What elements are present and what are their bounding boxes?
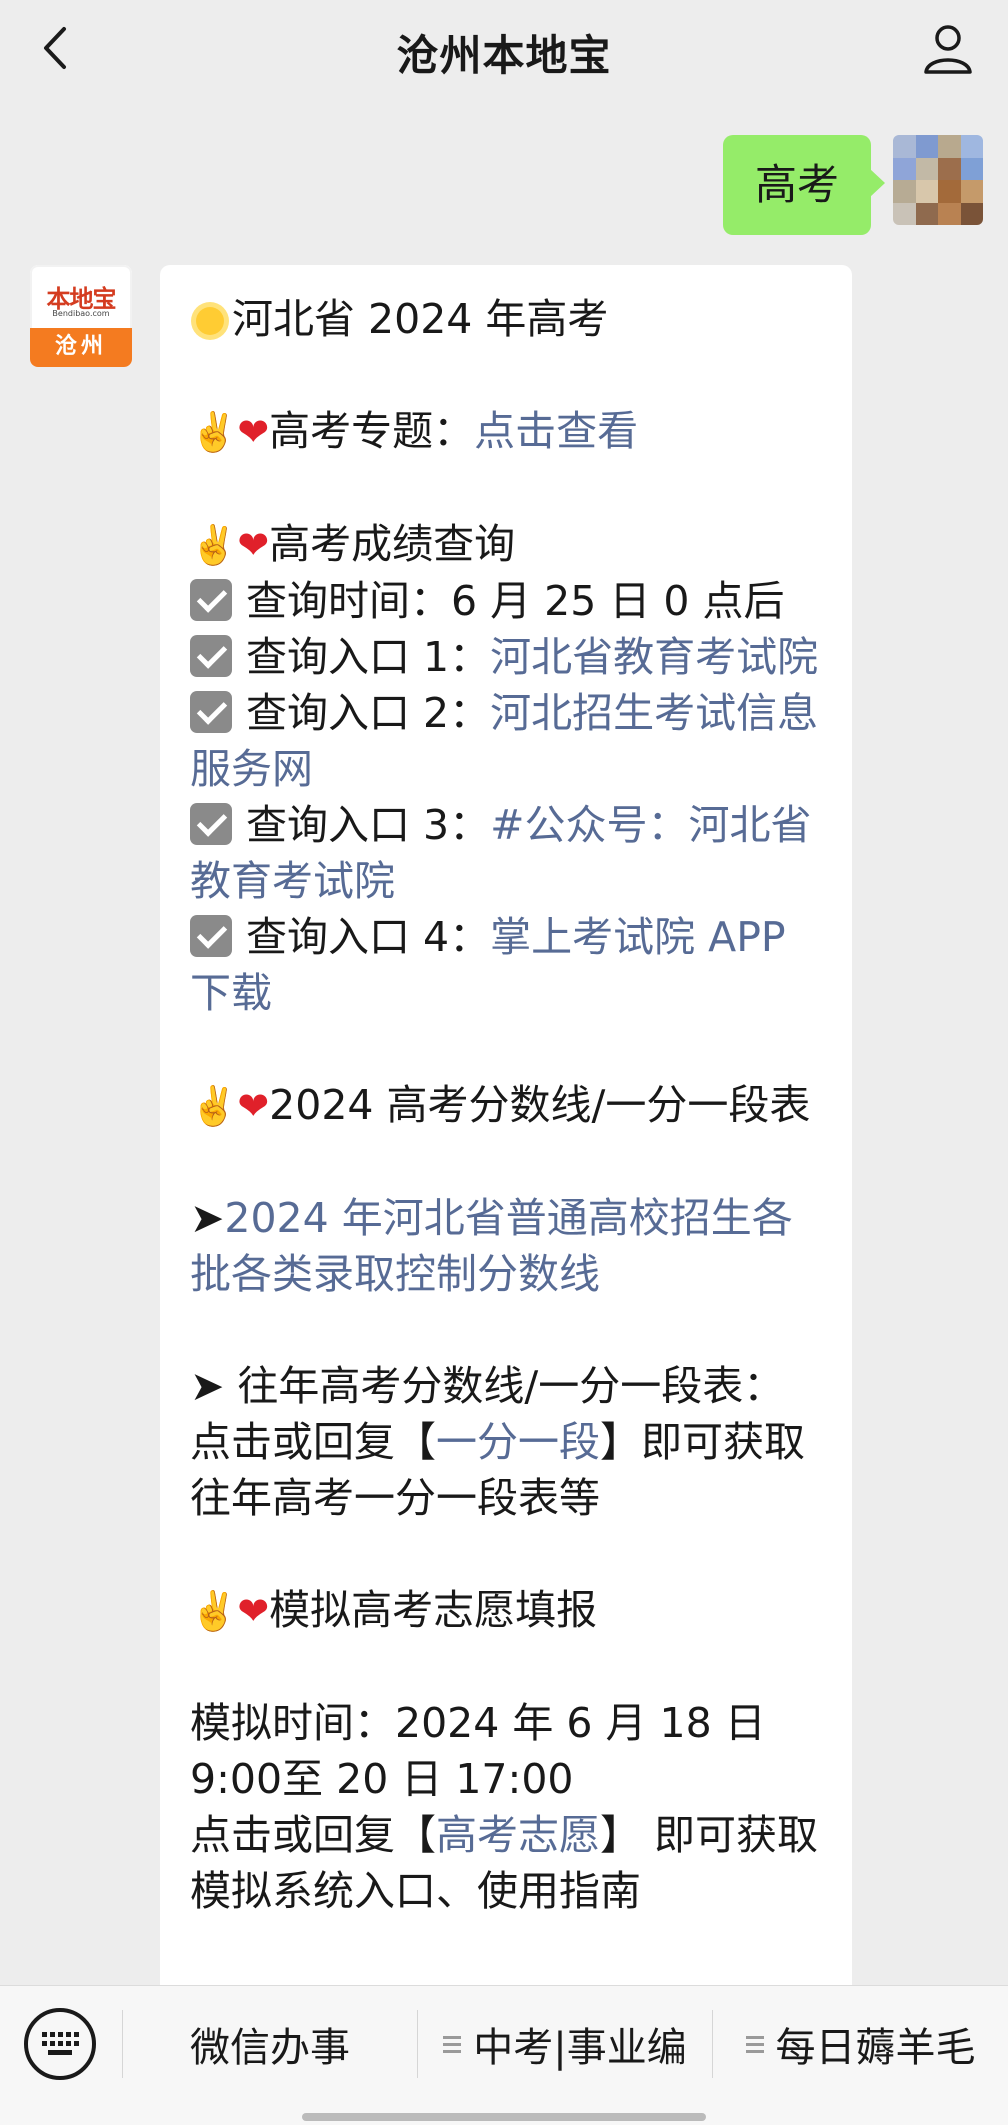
- message-title: 河北省 2024 年高考: [190, 291, 824, 347]
- sun-icon: [196, 307, 224, 335]
- victory-hand-icon: ✌️: [190, 523, 238, 567]
- menu-item-zhongkao[interactable]: 中考|事业编: [418, 1986, 712, 2102]
- incoming-bubble: 河北省 2024 年高考 ✌️❤高考专题：点击查看 ✌️❤高考成绩查询 查询时间…: [160, 265, 852, 1995]
- bottom-menu-bar: 微信办事 中考|事业编 每日薅羊毛: [0, 1985, 1008, 2125]
- topic-link[interactable]: 点击查看: [474, 407, 638, 455]
- red-heart-icon: ❤: [237, 1084, 270, 1128]
- nav-header: 沧州本地宝: [0, 0, 1008, 100]
- check-box-icon: [190, 915, 232, 957]
- victory-hand-icon: ✌️: [190, 410, 238, 454]
- past-scores-line: ➤ 往年高考分数线/一分一段表：点击或回复【一分一段】即可获取往年高考一分一段表…: [190, 1362, 805, 1522]
- keyboard-toggle-button[interactable]: [24, 2008, 96, 2080]
- simulation-heading: ✌️❤模拟高考志愿填报: [190, 1586, 598, 1634]
- menu-item-meiri-haoyangmao[interactable]: 每日薅羊毛: [713, 1986, 1008, 2102]
- profile-button[interactable]: [916, 16, 980, 80]
- home-indicator: [302, 2113, 706, 2121]
- submenu-icon: [443, 2032, 462, 2057]
- query-entry-4: 查询入口 4：掌上考试院 APP 下载: [190, 913, 786, 1017]
- score-line-heading: ✌️❤2024 高考分数线/一分一段表: [190, 1081, 811, 1129]
- outgoing-bubble[interactable]: 高考: [722, 135, 886, 235]
- query-entry-2: 查询入口 2：河北招生考试信息服务网: [190, 689, 819, 793]
- check-box-icon: [190, 803, 232, 845]
- yifenyiduan-link[interactable]: 一分一段: [436, 1418, 600, 1466]
- check-box-icon: [190, 579, 232, 621]
- submenu-icon: [745, 2032, 764, 2057]
- topic-line: ✌️❤高考专题：点击查看: [190, 407, 639, 455]
- simulation-reply-line: 点击或回复【高考志愿】 即可获取模拟系统入口、使用指南: [190, 1811, 819, 1915]
- red-heart-icon: ❤: [237, 410, 270, 454]
- query-time-line: 查询时间：6 月 25 日 0 点后: [190, 573, 824, 629]
- control-score-link[interactable]: 2024 年河北省普通高校招生各批各类录取控制分数线: [190, 1194, 793, 1298]
- query-entry-3: 查询入口 3：#公众号：河北省教育考试院: [190, 801, 812, 905]
- victory-hand-icon: ✌️: [190, 1084, 238, 1128]
- official-account-avatar[interactable]: 本地宝 Bendibao.com 沧州: [30, 265, 132, 367]
- control-score-line: ➤2024 年河北省普通高校招生各批各类录取控制分数线: [190, 1190, 824, 1302]
- logo-subtext: Bendibao.com: [52, 309, 110, 318]
- outgoing-message-row: 高考: [722, 135, 983, 235]
- gaokao-zhiyuan-link[interactable]: 高考志愿: [436, 1811, 600, 1859]
- score-query-heading: ✌️❤高考成绩查询: [190, 520, 516, 568]
- arrow-icon: ➤: [190, 1194, 225, 1242]
- query-entry-1: 查询入口 1：河北省教育考试院: [190, 629, 824, 685]
- victory-hand-icon: ✌️: [190, 1589, 238, 1633]
- simulation-time: 模拟时间：2024 年 6 月 18 日 9:00至 20 日 17:00: [190, 1699, 766, 1803]
- entry-1-link[interactable]: 河北省教育考试院: [490, 633, 818, 681]
- keyboard-icon: [42, 2032, 79, 2055]
- menu-item-weixin-banshi[interactable]: 微信办事: [123, 1986, 417, 2102]
- page-title: 沧州本地宝: [396, 31, 612, 80]
- red-heart-icon: ❤: [237, 1589, 270, 1633]
- check-box-icon: [190, 635, 232, 677]
- arrow-icon: ➤: [190, 1362, 238, 1410]
- person-icon: [924, 25, 972, 74]
- check-box-icon: [190, 691, 232, 733]
- user-avatar[interactable]: [893, 135, 983, 225]
- logo-city: 沧州: [30, 328, 132, 367]
- red-heart-icon: ❤: [237, 523, 270, 567]
